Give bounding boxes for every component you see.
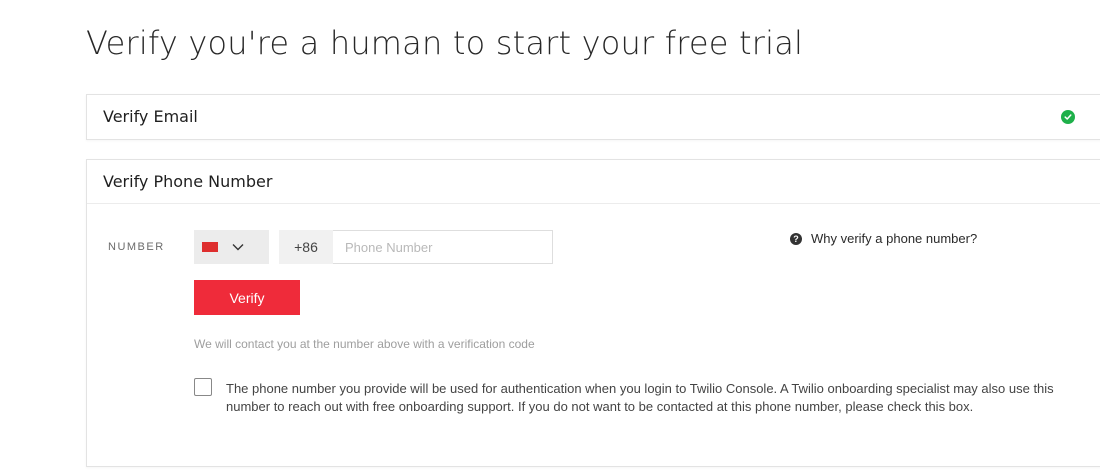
verify-email-header: Verify Email bbox=[103, 107, 198, 126]
consent-text: The phone number you provide will be use… bbox=[226, 381, 1054, 414]
verify-phone-section: Verify Phone Number NUMBER +86 ? Why ver… bbox=[86, 159, 1100, 467]
why-verify-label: Why verify a phone number? bbox=[811, 231, 978, 246]
page-title: Verify you're a human to start your free… bbox=[86, 24, 804, 62]
country-code-select[interactable] bbox=[194, 230, 269, 264]
consent-checkbox[interactable] bbox=[194, 378, 212, 396]
question-icon: ? bbox=[790, 232, 802, 245]
verify-email-section[interactable]: Verify Email bbox=[86, 94, 1100, 140]
phone-number-input[interactable] bbox=[333, 230, 553, 264]
check-circle-icon bbox=[1061, 110, 1075, 124]
verification-help-text: We will contact you at the number above … bbox=[194, 337, 535, 351]
number-label: NUMBER bbox=[108, 241, 165, 253]
dial-code: +86 bbox=[279, 230, 333, 264]
chevron-down-icon bbox=[232, 243, 244, 251]
china-flag-icon bbox=[202, 242, 218, 252]
verify-page: Verify you're a human to start your free… bbox=[0, 0, 1100, 476]
verify-phone-header: Verify Phone Number bbox=[87, 160, 1100, 204]
why-verify-link[interactable]: ? Why verify a phone number? bbox=[790, 231, 977, 246]
verify-button[interactable]: Verify bbox=[194, 280, 300, 315]
